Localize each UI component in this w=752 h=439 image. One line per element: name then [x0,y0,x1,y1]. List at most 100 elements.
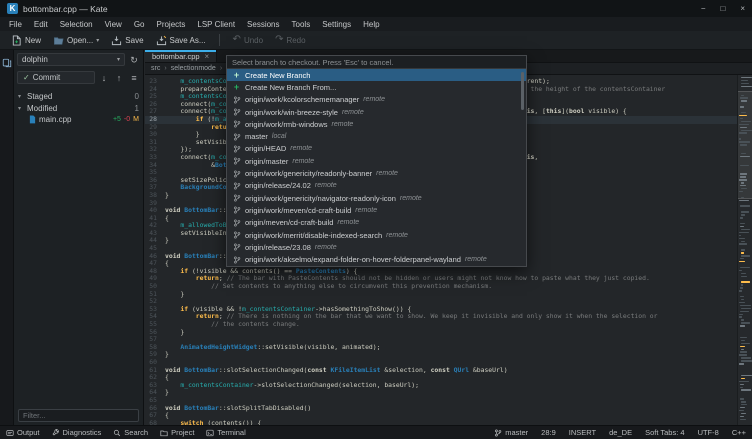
branch-item[interactable]: origin/work/rmb-windowsremote [227,118,526,130]
breadcrumb-item[interactable]: selectionmode [171,65,216,72]
code-line[interactable]: 55 // the contents change. [145,321,752,329]
menu-lsp-client[interactable]: LSP Client [191,20,241,29]
minimize-button[interactable]: − [701,4,706,13]
menu-selection[interactable]: Selection [54,20,99,29]
refresh-icon[interactable]: ↻ [128,54,140,66]
branch-item[interactable]: origin/work/merrit/disable-indexed-searc… [227,229,526,241]
menu-projects[interactable]: Projects [150,20,191,29]
close-button[interactable]: × [740,4,745,13]
branch-list: +Create New Branch+Create New Branch Fro… [227,69,526,266]
statusbar-encoding[interactable]: UTF-8 [698,428,719,437]
code-text[interactable]: } [160,192,169,200]
branch-item[interactable]: origin/meven/cd-craft-buildremote [227,217,526,229]
minimap-mark [741,375,752,376]
code-text[interactable]: } [160,237,169,245]
statusbar: Output Diagnostics Search Project Terminal m… [0,425,752,439]
lines-removed-badge: -0 [124,116,130,123]
code-text[interactable]: } [160,351,169,359]
code-text[interactable]: AnimatedHeightWidget::setVisible(visible… [160,344,380,352]
code-line[interactable]: 50 // Set contents to anything else to c… [145,283,752,291]
staged-section[interactable]: ▾ Staged 0 [14,91,143,103]
create-branch-item[interactable]: +Create New Branch [227,69,526,81]
statusbar-insert-mode[interactable]: INSERT [569,428,596,437]
git-push-icon[interactable]: ↑ [113,72,125,84]
code-line[interactable]: 56 } [145,329,752,337]
statusbar-git-branch[interactable]: master [494,428,528,437]
branch-search-input[interactable]: Select branch to checkout. Press 'Esc' t… [227,56,526,69]
project-selector[interactable]: dolphin ▾ [17,53,125,66]
code-line[interactable]: 58 AnimatedHeightWidget::setVisible(visi… [145,344,752,352]
undo-button[interactable]: ↶ Undo [228,33,269,47]
branch-item[interactable]: masterlocal [227,130,526,142]
branch-item[interactable]: origin/release/23.08remote [227,241,526,253]
code-text[interactable]: } [160,389,169,397]
code-line[interactable]: 61void BottomBar::slotSelectionChanged(c… [145,367,752,375]
panel-toggle-output[interactable]: Output [6,428,40,437]
branch-label: Create New Branch [245,71,310,80]
close-tab-icon[interactable]: × [205,52,210,61]
menu-go[interactable]: Go [128,20,151,29]
code-text[interactable]: } [160,291,184,299]
statusbar-cursor-position[interactable]: 28:9 [541,428,556,437]
create-branch-item[interactable]: +Create New Branch From... [227,81,526,93]
save-as-button[interactable]: Save As... [151,33,211,48]
code-text[interactable]: } [160,329,184,337]
branch-item[interactable]: origin/HEADremote [227,143,526,155]
menu-sessions[interactable]: Sessions [241,20,285,29]
branch-item[interactable]: origin/work/win-breeze-styleremote [227,106,526,118]
minimap-scrollbar[interactable] [737,75,752,425]
code-line[interactable]: 66void BottomBar::slotSplitTabDisabled() [145,405,752,413]
git-menu-icon[interactable]: ≡ [128,72,140,84]
minimap-mark [740,305,751,306]
code-line[interactable]: 59} [145,351,752,359]
code-line[interactable]: 63 m_contentsContainer->slotSelectionCha… [145,382,752,390]
open-button[interactable]: Open... ▾ [48,33,104,48]
branch-item[interactable]: origin/work/kcolorschememanagerremote [227,94,526,106]
redo-button[interactable]: ↷ Redo [270,33,311,47]
branch-item[interactable]: origin/release/24.02remote [227,180,526,192]
menu-view[interactable]: View [99,20,128,29]
branch-item[interactable]: origin/work/meven/cd-craft-buildremote [227,204,526,216]
minimap-mark [740,156,750,157]
statusbar-syntax-mode[interactable]: C++ [732,428,746,437]
menu-help[interactable]: Help [357,20,385,29]
branch-item[interactable]: origin/work/genericity/navigator-readonl… [227,192,526,204]
menu-tools[interactable]: Tools [286,20,317,29]
branch-item[interactable]: origin/masterremote [227,155,526,167]
file-item-main-cpp[interactable]: main.cpp +5 -0 M [14,114,143,126]
save-button[interactable]: Save [106,33,148,48]
git-branch-icon [232,182,241,190]
panel-toggle-terminal[interactable]: Terminal [206,428,245,437]
commit-button[interactable]: ✓ Commit [17,71,95,84]
diagnostics-icon [52,429,60,437]
new-button[interactable]: New [6,33,46,48]
panel-toggle-diagnostics[interactable]: Diagnostics [52,428,102,437]
panel-toggle-project[interactable]: Project [160,428,194,437]
code-text[interactable]: // Set contents to anything else to circ… [160,283,492,291]
open-folder-icon [53,35,64,46]
git-pull-icon[interactable]: ↓ [98,72,110,84]
statusbar-soft-tabs[interactable]: Soft Tabs: 4 [645,428,684,437]
maximize-button[interactable]: □ [720,4,725,13]
popup-scrollbar[interactable] [521,71,525,264]
code-text[interactable]: void BottomBar::slotSelectionChanged(con… [160,367,508,375]
commit-label: Commit [33,73,61,82]
menu-edit[interactable]: Edit [28,20,54,29]
panel-toggle-search[interactable]: Search [113,428,148,437]
code-line[interactable]: 51 } [145,291,752,299]
filter-input[interactable] [18,409,139,422]
branch-item[interactable]: origin/work/genericity/readonly-bannerre… [227,167,526,179]
code-line[interactable]: 64} [145,389,752,397]
breadcrumb-item[interactable]: src [151,65,160,72]
tab-bottombar-cpp[interactable]: bottombar.cpp × [145,50,217,62]
popup-scrollbar-thumb[interactable] [521,72,524,110]
statusbar-dictionary[interactable]: de_DE [609,428,632,437]
code-text[interactable]: m_contentsContainer->slotSelectionChange… [160,382,419,390]
menu-file[interactable]: File [3,20,28,29]
code-text[interactable]: void BottomBar::slotSplitTabDisabled() [160,405,311,413]
documents-tool-icon[interactable] [2,55,12,65]
menu-settings[interactable]: Settings [316,20,357,29]
minimap-mark [741,299,744,300]
modified-section[interactable]: ▾ Modified 1 [14,103,143,115]
branch-item[interactable]: origin/work/akselmo/expand-folder-on-hov… [227,253,526,265]
